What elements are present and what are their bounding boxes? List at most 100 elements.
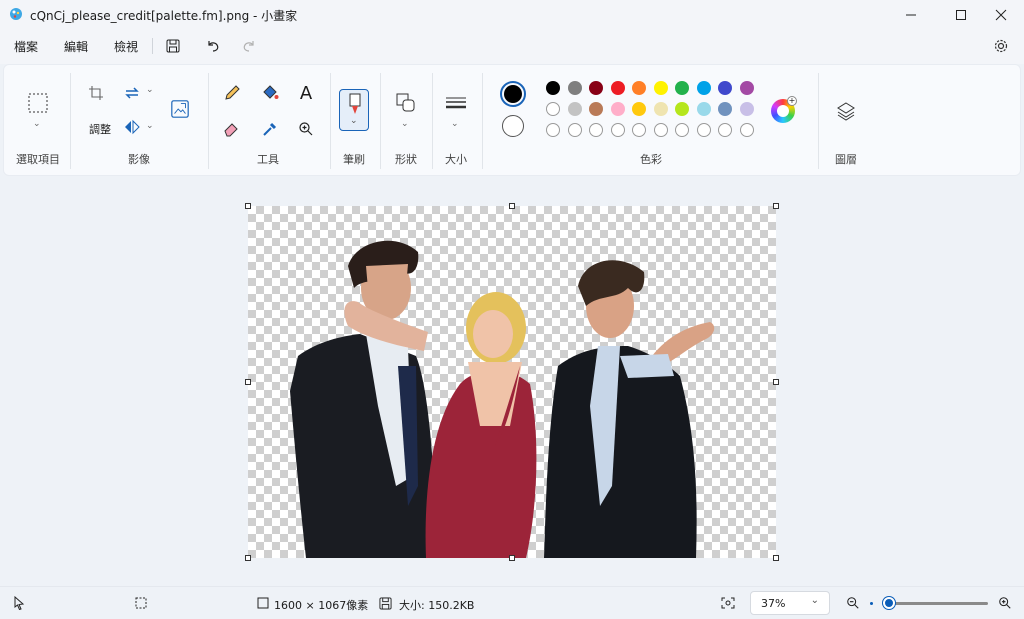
color-swatch[interactable] bbox=[546, 102, 560, 116]
color-swatch[interactable] bbox=[610, 102, 625, 116]
resize-handle[interactable] bbox=[509, 203, 515, 209]
color-swatch[interactable] bbox=[675, 81, 689, 95]
magnifier-button[interactable] bbox=[296, 119, 316, 139]
resize-handle[interactable] bbox=[773, 555, 779, 561]
canvas-size-icon bbox=[256, 596, 270, 610]
undo-button[interactable] bbox=[204, 37, 222, 55]
fit-to-window-button[interactable] bbox=[721, 596, 735, 610]
menu-edit[interactable]: 編輯 bbox=[64, 38, 88, 55]
resize-handle[interactable] bbox=[773, 379, 779, 385]
color-swatch[interactable] bbox=[567, 81, 582, 95]
minimize-icon bbox=[906, 14, 916, 16]
color-swatch[interactable] bbox=[546, 123, 560, 137]
chevron-down-icon[interactable]: ⌄ bbox=[401, 119, 409, 129]
eraser-icon bbox=[224, 123, 238, 137]
color-swatch[interactable] bbox=[610, 123, 625, 137]
group-label-colors: 色彩 bbox=[640, 153, 662, 166]
resize-handle[interactable] bbox=[245, 203, 251, 209]
color-swatch[interactable] bbox=[632, 102, 646, 116]
chevron-down-icon: ⌄ bbox=[810, 595, 819, 606]
selection-size-button[interactable] bbox=[134, 596, 148, 610]
image-dimensions: 1600 × 1067像素 bbox=[274, 599, 369, 612]
zoom-dropdown[interactable]: 37% ⌄ bbox=[750, 591, 830, 615]
flip-button[interactable] bbox=[122, 117, 142, 137]
brushes-button[interactable]: ⌄ bbox=[339, 89, 369, 131]
chevron-down-icon[interactable]: ⌄ bbox=[146, 85, 154, 95]
redo-button[interactable] bbox=[240, 37, 258, 55]
select-button[interactable] bbox=[28, 93, 48, 113]
crop-button[interactable] bbox=[86, 83, 106, 103]
chevron-down-icon[interactable]: ⌄ bbox=[451, 119, 459, 129]
chevron-down-icon[interactable]: ⌄ bbox=[33, 119, 41, 129]
resize-handle[interactable] bbox=[245, 555, 251, 561]
group-label-image: 影像 bbox=[128, 153, 150, 166]
color-swatch[interactable] bbox=[739, 102, 754, 116]
color-swatch[interactable] bbox=[589, 102, 603, 116]
zoom-slider-thumb[interactable] bbox=[883, 597, 895, 609]
color-swatch[interactable] bbox=[589, 81, 603, 95]
color-swatch[interactable] bbox=[675, 102, 689, 116]
color-swatch[interactable] bbox=[675, 123, 689, 137]
primary-color-button[interactable] bbox=[500, 81, 526, 107]
menu-view[interactable]: 檢視 bbox=[114, 38, 138, 55]
size-button[interactable] bbox=[444, 93, 468, 113]
secondary-color-button[interactable] bbox=[502, 115, 524, 137]
rotate-button[interactable] bbox=[122, 83, 142, 103]
resize-handle[interactable] bbox=[509, 555, 515, 561]
resize-handle[interactable] bbox=[245, 379, 251, 385]
color-swatch[interactable] bbox=[610, 81, 625, 95]
color-picker-button[interactable] bbox=[260, 119, 280, 139]
color-swatch[interactable] bbox=[653, 123, 668, 137]
ribbon-toolbar: ⌄ 選取項目 ⌄ 調整 ⌄ 影像 A 工具 ⌄ 筆刷 ⌄ 形狀 ⌄ 大小 + 色… bbox=[3, 64, 1021, 176]
color-swatch[interactable] bbox=[653, 102, 668, 116]
zoom-in-icon bbox=[999, 597, 1011, 609]
resize-handle[interactable] bbox=[773, 203, 779, 209]
group-label-layers: 圖層 bbox=[835, 153, 857, 166]
layers-button[interactable] bbox=[836, 101, 856, 121]
minimize-button[interactable] bbox=[888, 0, 934, 30]
eraser-button[interactable] bbox=[222, 119, 242, 139]
menu-file[interactable]: 檔案 bbox=[14, 38, 38, 55]
zoom-out-icon bbox=[847, 597, 859, 609]
color-swatch[interactable] bbox=[567, 123, 582, 137]
ribbon-divider bbox=[208, 73, 209, 169]
zoom-out-button[interactable] bbox=[846, 596, 860, 610]
fill-button[interactable] bbox=[260, 83, 280, 103]
save-button[interactable] bbox=[164, 37, 182, 55]
color-swatch[interactable] bbox=[546, 81, 560, 95]
color-swatch[interactable] bbox=[718, 123, 732, 137]
shapes-button[interactable] bbox=[396, 93, 416, 113]
window-title: cQnCj_please_credit[palette.fm].png - 小畫… bbox=[30, 9, 298, 23]
text-button[interactable]: A bbox=[296, 83, 316, 104]
close-button[interactable] bbox=[978, 0, 1024, 30]
color-swatch[interactable] bbox=[739, 81, 754, 95]
cursor-position-button[interactable] bbox=[12, 596, 26, 610]
color-swatch[interactable] bbox=[696, 81, 711, 95]
image-properties-button[interactable] bbox=[170, 99, 190, 119]
chevron-down-icon[interactable]: ⌄ bbox=[146, 121, 154, 131]
save-icon bbox=[166, 39, 180, 53]
color-swatch[interactable] bbox=[718, 81, 732, 95]
edit-colors-button[interactable]: + bbox=[771, 96, 797, 123]
file-size-icon bbox=[378, 596, 392, 610]
image-canvas[interactable] bbox=[248, 206, 776, 558]
zoom-slider-track[interactable] bbox=[888, 602, 988, 605]
resize-button[interactable]: 調整 bbox=[88, 119, 112, 139]
zoom-value: 37% bbox=[761, 597, 786, 610]
ribbon-divider bbox=[818, 73, 819, 169]
color-swatch[interactable] bbox=[718, 102, 732, 116]
color-swatch[interactable] bbox=[653, 81, 668, 95]
plus-icon: + bbox=[787, 96, 797, 106]
color-swatch[interactable] bbox=[567, 102, 582, 116]
color-swatch[interactable] bbox=[589, 123, 603, 137]
color-swatch[interactable] bbox=[632, 81, 646, 95]
group-label-brushes: 筆刷 bbox=[343, 153, 365, 166]
color-swatch[interactable] bbox=[696, 123, 711, 137]
settings-button[interactable] bbox=[992, 37, 1010, 55]
zoom-in-button[interactable] bbox=[998, 596, 1012, 610]
pencil-button[interactable] bbox=[222, 83, 242, 103]
color-swatch[interactable] bbox=[696, 102, 711, 116]
color-swatch[interactable] bbox=[632, 123, 646, 137]
group-label-size: 大小 bbox=[445, 153, 467, 166]
color-swatch[interactable] bbox=[739, 123, 754, 137]
